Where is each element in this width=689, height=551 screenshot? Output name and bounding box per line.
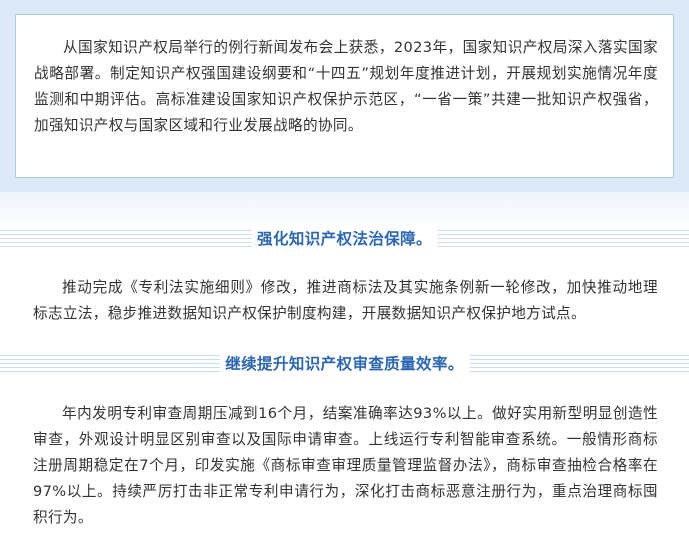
article-page: 从国家知识产权局举行的例行新闻发布会上获悉，2023年，国家知识产权局深入落实国… xyxy=(0,0,689,551)
section-heading-legal: 强化知识产权法治保障。 xyxy=(0,222,689,256)
section-title: 继续提升知识产权审查质量效率。 xyxy=(219,347,470,381)
intro-band: 从国家知识产权局举行的例行新闻发布会上获悉，2023年，国家知识产权局深入落实国… xyxy=(0,0,689,192)
section-body-legal: 推动完成《专利法实施细则》修改，推进商标法及其实施条例新一轮修改，加快推动地理标… xyxy=(33,279,658,322)
intro-box: 从国家知识产权局举行的例行新闻发布会上获悉，2023年，国家知识产权局深入落实国… xyxy=(15,14,674,178)
section-body-examination: 年内发明专利审查周期压减到16个月，结案准确率达93%以上。做好实用新型明显创造… xyxy=(33,405,658,526)
section-title: 强化知识产权法治保障。 xyxy=(251,222,438,256)
intro-paragraph: 从国家知识产权局举行的例行新闻发布会上获悉，2023年，国家知识产权局深入落实国… xyxy=(34,39,658,134)
section-heading-examination: 继续提升知识产权审查质量效率。 xyxy=(0,347,689,381)
